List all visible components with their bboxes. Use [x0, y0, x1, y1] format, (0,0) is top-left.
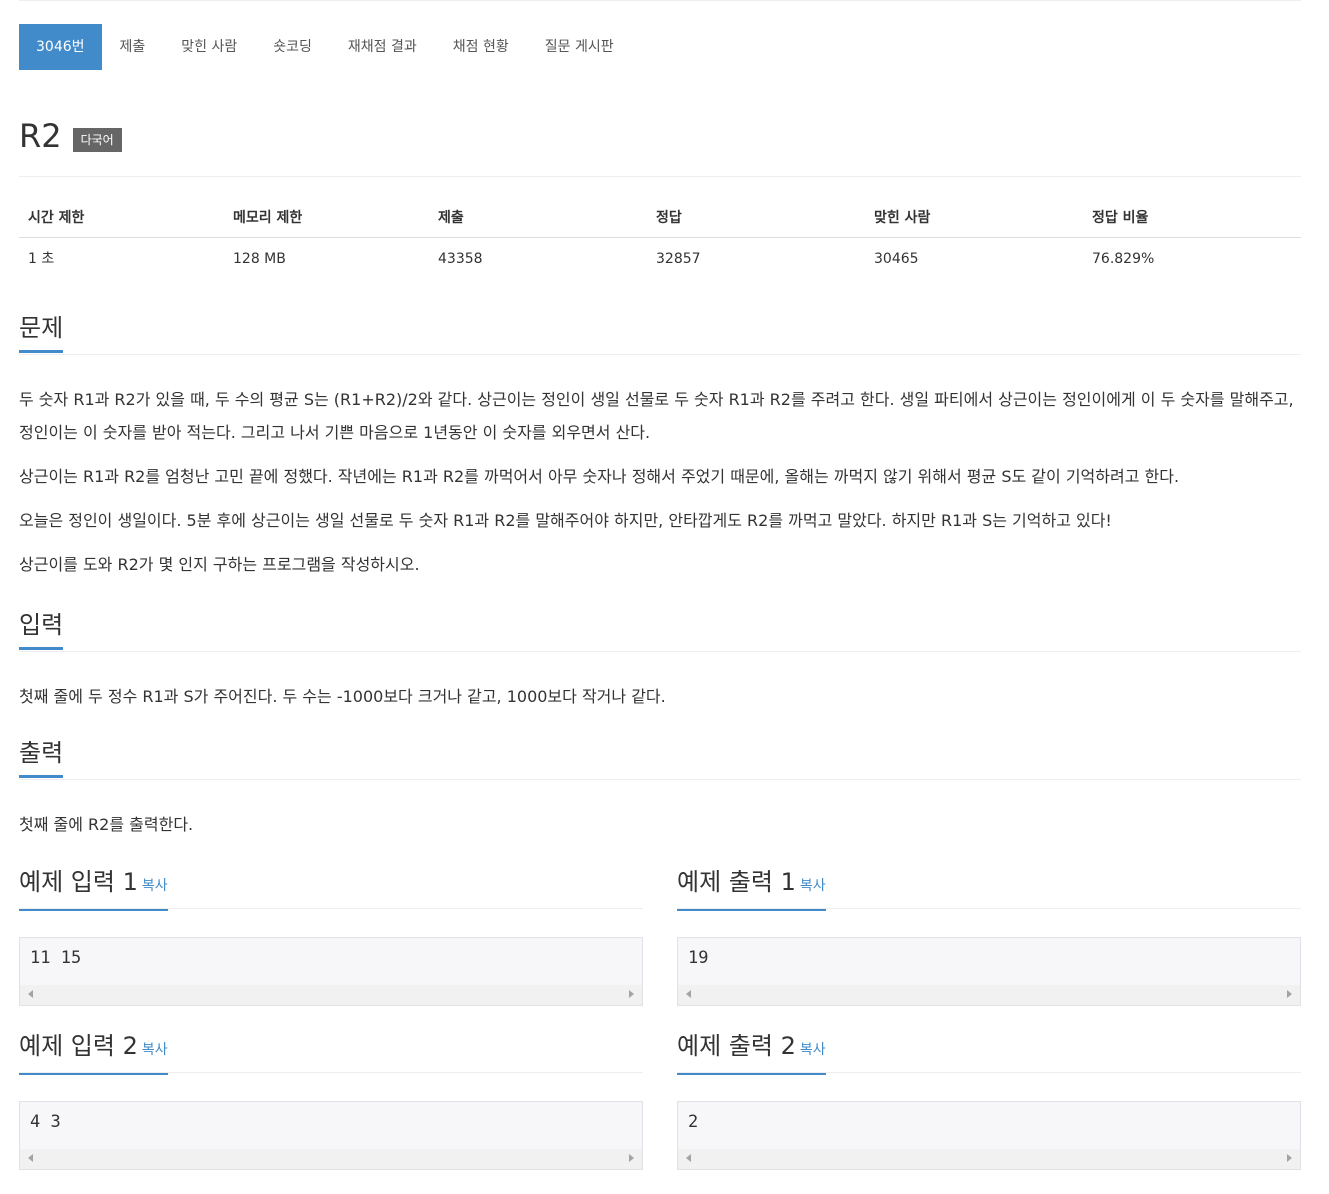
horizontal-scrollbar[interactable] — [678, 1149, 1300, 1169]
copy-sample-input-1-button[interactable]: 복사 — [142, 878, 168, 894]
info-table-row: 1 초 128 MB 43358 32857 30465 76.829% — [19, 238, 1301, 280]
sample-input-2-box: 4 3 — [19, 1101, 643, 1170]
scroll-right-icon[interactable] — [1287, 990, 1292, 998]
problem-paragraph-2: 상근이는 R1과 R2를 엄청난 고민 끝에 정했다. 작년에는 R1과 R2를… — [19, 467, 1180, 486]
problem-description: 두 숫자 R1과 R2가 있을 때, 두 수의 평균 S는 (R1+R2)/2와… — [19, 383, 1301, 581]
problem-paragraph-1: 두 숫자 R1과 R2가 있을 때, 두 수의 평균 S는 (R1+R2)/2와… — [19, 390, 1294, 442]
sample-output-1-box: 19 — [677, 937, 1301, 1006]
scroll-right-icon[interactable] — [1287, 1154, 1292, 1162]
value-accept-ratio: 76.829% — [1092, 251, 1155, 267]
tab-solved-users[interactable]: 맞힌 사람 — [163, 24, 255, 70]
value-submissions: 43358 — [438, 251, 483, 267]
problem-title: R2 — [19, 117, 62, 155]
header-submissions: 제출 — [438, 210, 464, 226]
header-accept-ratio: 정답 비율 — [1092, 210, 1149, 226]
sample-output-2-heading: 예제 출력 2 복사 — [677, 1030, 1301, 1075]
section-divider — [677, 1072, 1301, 1073]
problem-heading: 문제 — [19, 312, 64, 353]
section-divider — [19, 354, 1301, 355]
sample-output-1-code: 19 — [688, 948, 709, 968]
scroll-left-icon[interactable] — [28, 1154, 33, 1162]
sample-output-2-box: 2 — [677, 1101, 1301, 1170]
output-description: 첫째 줄에 R2를 출력한다. — [19, 815, 194, 834]
sample-input-1-heading: 예제 입력 1 복사 — [19, 866, 643, 911]
section-divider — [19, 651, 1301, 652]
info-table-header: 시간 제한 메모리 제한 제출 정답 맞힌 사람 정답 비율 — [19, 199, 1301, 238]
header-solved-users: 맞힌 사람 — [874, 210, 931, 226]
copy-sample-output-2-button[interactable]: 복사 — [800, 1042, 826, 1058]
sample-input-1-label: 예제 입력 1 — [19, 868, 138, 896]
sample-output-2-label: 예제 출력 2 — [677, 1032, 796, 1060]
copy-sample-input-2-button[interactable]: 복사 — [142, 1042, 168, 1058]
sample-input-2-title: 예제 입력 2 복사 — [19, 1030, 168, 1075]
sample-output-1-title: 예제 출력 1 복사 — [677, 866, 826, 911]
input-section-heading: 입력 — [19, 609, 1301, 652]
section-divider — [19, 908, 643, 909]
input-heading: 입력 — [19, 609, 64, 650]
horizontal-scrollbar[interactable] — [20, 985, 642, 1005]
sample-output-1-label: 예제 출력 1 — [677, 868, 796, 896]
scroll-left-icon[interactable] — [686, 1154, 691, 1162]
tab-judge-status[interactable]: 채점 현황 — [435, 24, 527, 70]
value-solved-users: 30465 — [874, 251, 919, 267]
sample-input-1-title: 예제 입력 1 복사 — [19, 866, 168, 911]
multilingual-badge[interactable]: 다국어 — [72, 128, 122, 152]
sample-input-2-label: 예제 입력 2 — [19, 1032, 138, 1060]
problem-info-table: 시간 제한 메모리 제한 제출 정답 맞힌 사람 정답 비율 1 초 128 M… — [19, 199, 1301, 280]
horizontal-scrollbar[interactable] — [678, 985, 1300, 1005]
tab-question-board[interactable]: 질문 게시판 — [527, 24, 632, 70]
scroll-left-icon[interactable] — [28, 990, 33, 998]
value-accepted: 32857 — [656, 251, 701, 267]
sample-input-1-code: 11 15 — [30, 948, 82, 968]
header-memory-limit: 메모리 제한 — [233, 210, 303, 226]
scroll-right-icon[interactable] — [629, 1154, 634, 1162]
section-divider — [677, 908, 1301, 909]
header-accepted: 정답 — [656, 210, 682, 226]
sample-output-2-title: 예제 출력 2 복사 — [677, 1030, 826, 1075]
problem-section-heading: 문제 — [19, 312, 1301, 355]
sample-output-2-code: 2 — [688, 1112, 699, 1132]
title-divider — [19, 176, 1301, 177]
sample-output-1-heading: 예제 출력 1 복사 — [677, 866, 1301, 911]
sample-input-1-box: 11 15 — [19, 937, 643, 1006]
value-memory-limit: 128 MB — [233, 251, 286, 267]
top-divider — [19, 0, 1301, 1]
problem-title-row: R2 다국어 — [19, 114, 122, 158]
tab-submit[interactable]: 제출 — [102, 24, 164, 70]
value-time-limit: 1 초 — [28, 251, 55, 267]
output-section-heading: 출력 — [19, 737, 1301, 780]
problem-paragraph-4: 상근이를 도와 R2가 몇 인지 구하는 프로그램을 작성하시오. — [19, 555, 420, 574]
tab-problem[interactable]: 3046번 — [19, 24, 102, 70]
header-time-limit: 시간 제한 — [28, 210, 85, 226]
scroll-left-icon[interactable] — [686, 990, 691, 998]
section-divider — [19, 779, 1301, 780]
horizontal-scrollbar[interactable] — [20, 1149, 642, 1169]
sample-input-2-code: 4 3 — [30, 1112, 61, 1132]
section-divider — [19, 1072, 643, 1073]
problem-paragraph-3: 오늘은 정인이 생일이다. 5분 후에 상근이는 생일 선물로 두 숫자 R1과… — [19, 511, 1112, 530]
output-heading: 출력 — [19, 737, 64, 778]
input-description: 첫째 줄에 두 정수 R1과 S가 주어진다. 두 수는 -1000보다 크거나… — [19, 687, 666, 706]
scroll-right-icon[interactable] — [629, 990, 634, 998]
problem-tabs: 3046번 제출 맞힌 사람 숏코딩 재채점 결과 채점 현황 질문 게시판 — [19, 24, 632, 70]
tab-rejudge-results[interactable]: 재채점 결과 — [330, 24, 435, 70]
copy-sample-output-1-button[interactable]: 복사 — [800, 878, 826, 894]
tab-short-coding[interactable]: 숏코딩 — [255, 24, 330, 70]
sample-input-2-heading: 예제 입력 2 복사 — [19, 1030, 643, 1075]
